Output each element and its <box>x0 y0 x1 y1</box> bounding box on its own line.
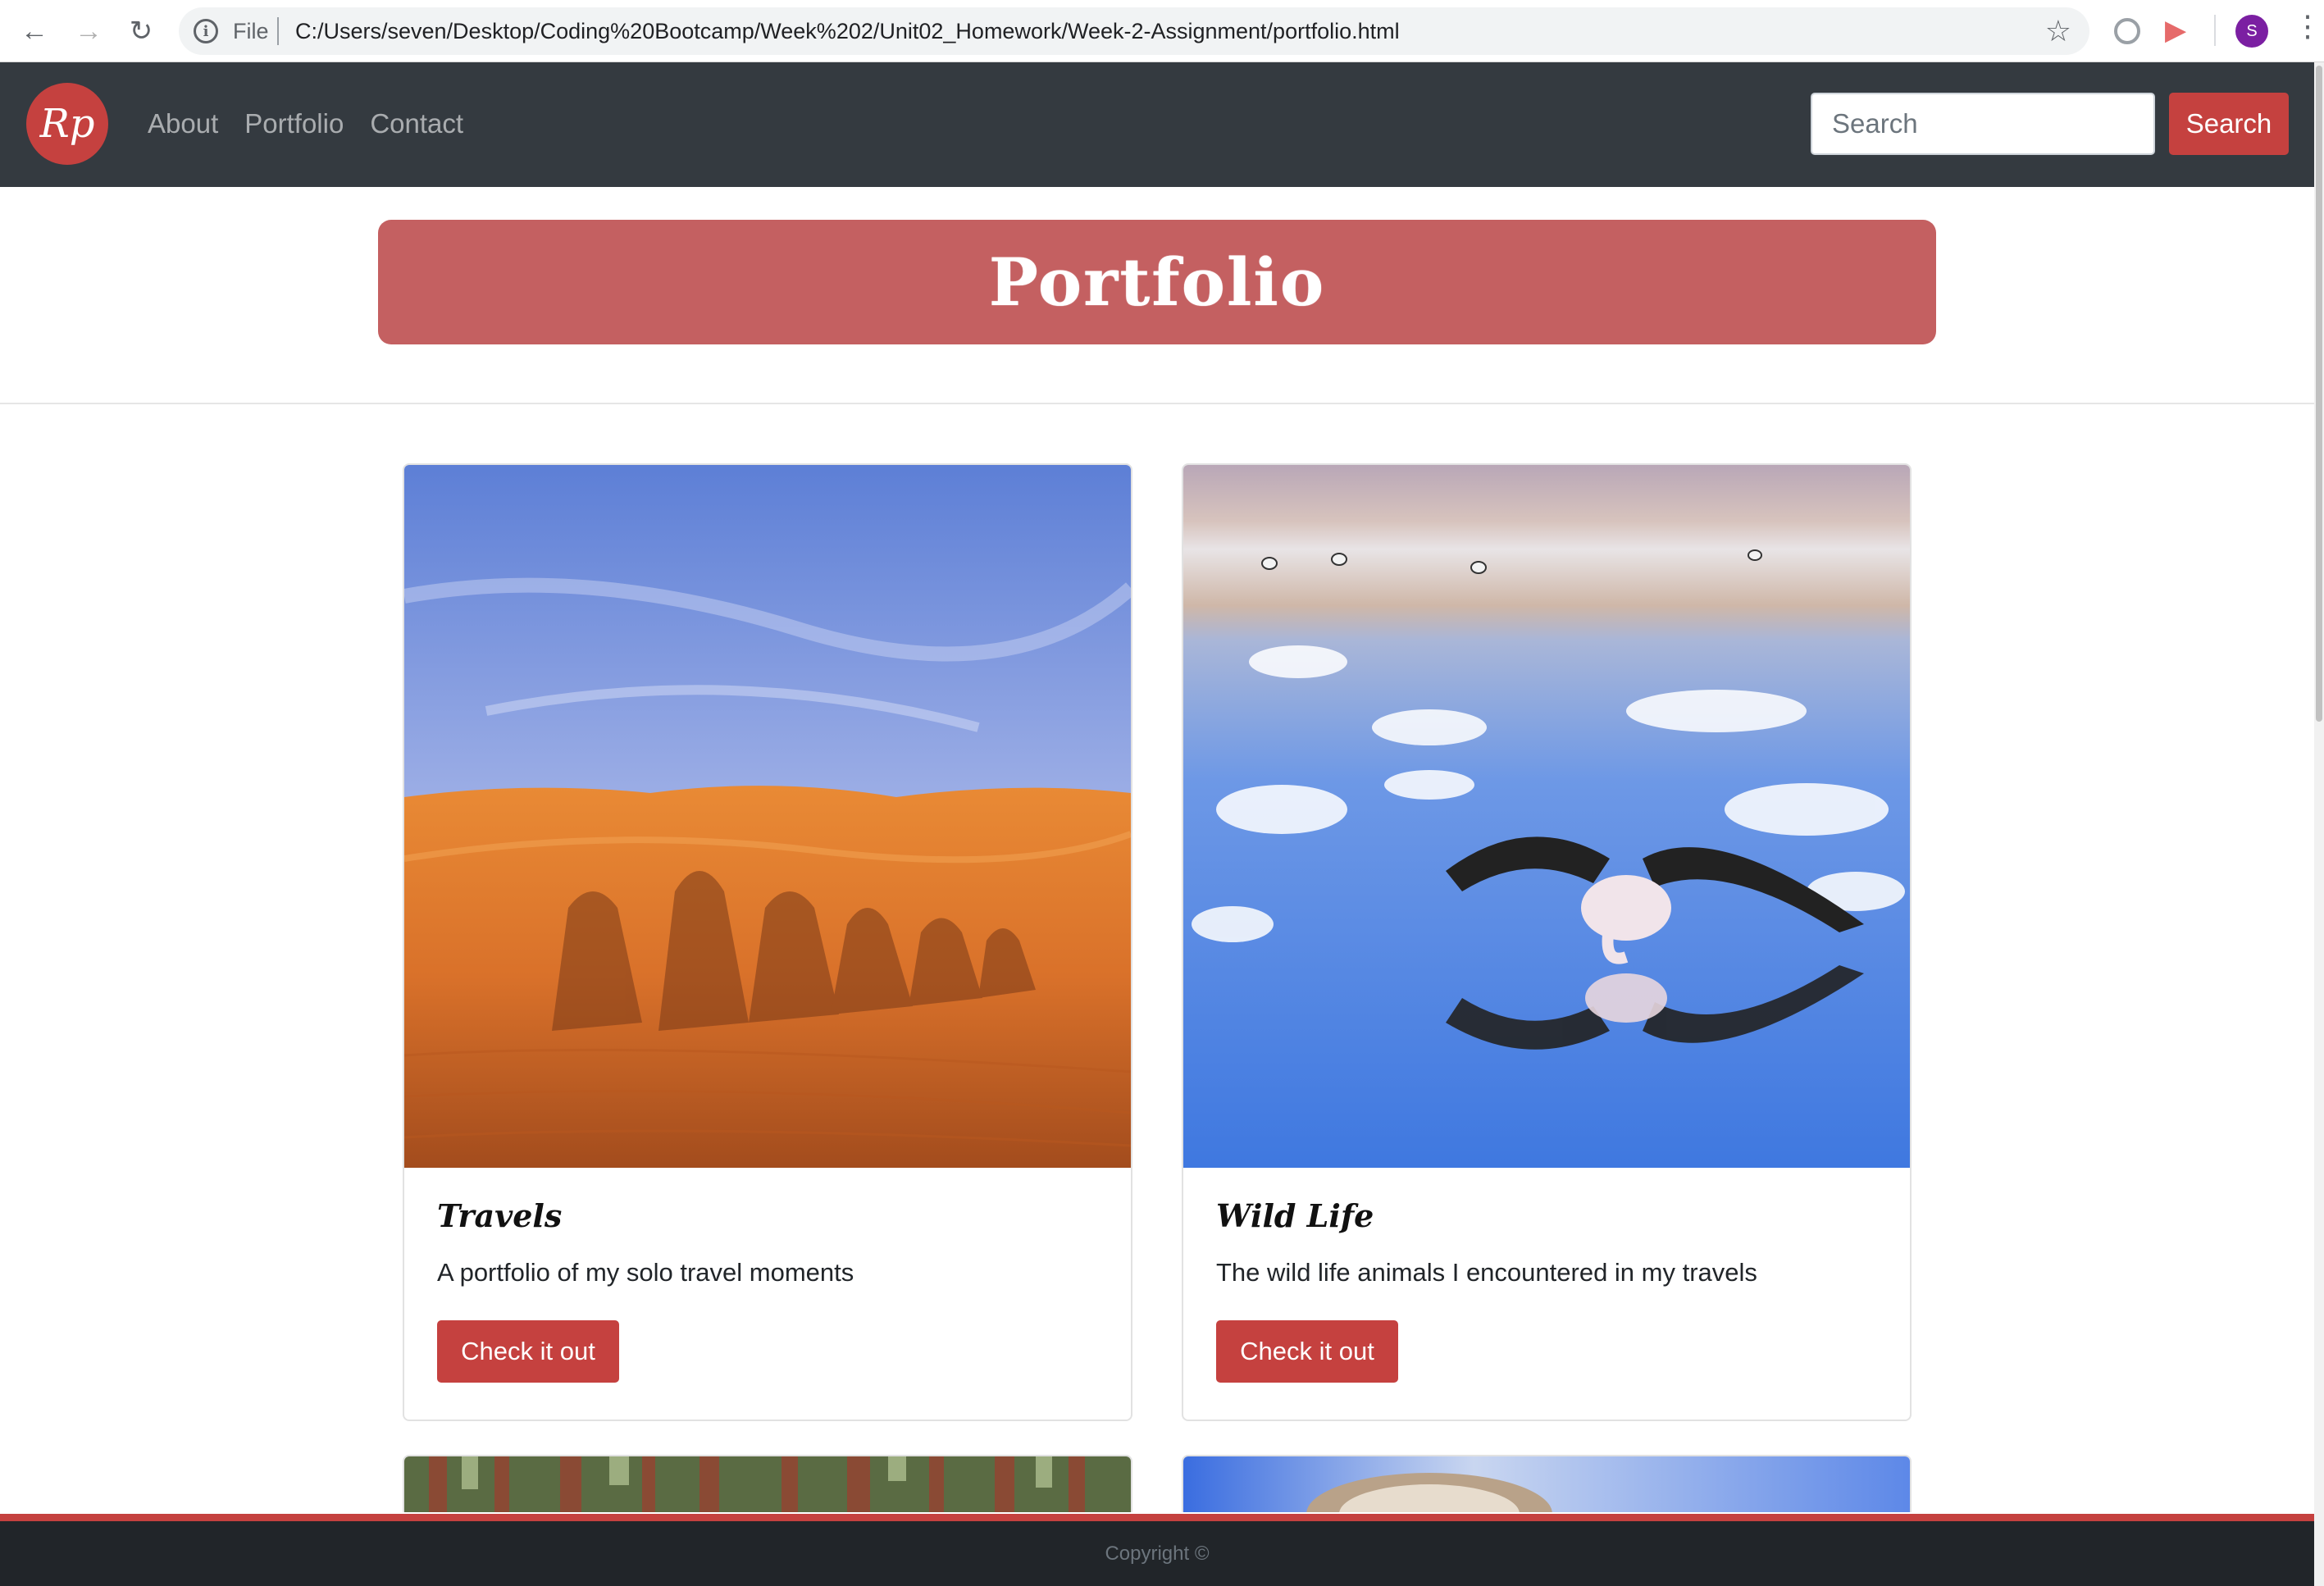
card-animal-partial <box>1182 1455 1912 1512</box>
card-wild-life: Wild Life The wild life animals I encoun… <box>1182 463 1912 1421</box>
site-footer: Copyright © <box>0 1521 2314 1586</box>
portfolio-banner: Portfolio <box>378 220 1936 344</box>
card-title: Wild Life <box>1216 1197 1374 1234</box>
check-it-out-button[interactable]: Check it out <box>1216 1320 1398 1383</box>
back-arrow-icon[interactable]: ← <box>15 11 54 51</box>
nav-link-about[interactable]: About <box>148 108 218 139</box>
browser-toolbar: ← → ↻ i File C:/Users/seven/Desktop/Codi… <box>0 0 2324 62</box>
forward-arrow-icon[interactable]: → <box>69 11 108 51</box>
scrollbar-thumb[interactable] <box>2316 66 2322 722</box>
file-label: File <box>233 19 269 43</box>
extension-cast-icon[interactable]: ▶ <box>2165 16 2186 44</box>
card-travels: Travels A portfolio of my solo travel mo… <box>403 463 1132 1421</box>
page-title: Portfolio <box>988 244 1326 321</box>
profile-avatar[interactable]: S <box>2235 15 2268 48</box>
hedgehog-image <box>1183 1456 1910 1512</box>
check-it-out-button[interactable]: Check it out <box>437 1320 619 1383</box>
address-divider <box>277 17 279 45</box>
search-input[interactable] <box>1811 93 2155 155</box>
address-bar[interactable]: i File C:/Users/seven/Desktop/Coding%20B… <box>179 7 2089 55</box>
search-button[interactable]: Search <box>2169 93 2289 155</box>
reload-icon[interactable]: ↻ <box>121 11 161 51</box>
url-text[interactable]: C:/Users/seven/Desktop/Coding%20Bootcamp… <box>295 19 1400 44</box>
bookmark-star-icon[interactable]: ☆ <box>2045 14 2071 48</box>
browser-menu-icon[interactable]: ⋮ <box>2293 11 2322 41</box>
nav-link-portfolio[interactable]: Portfolio <box>244 108 344 139</box>
footer-accent-line <box>0 1514 2314 1521</box>
section-divider <box>0 403 2314 404</box>
nav-link-contact[interactable]: Contact <box>370 108 463 139</box>
card-text: The wild life animals I encountered in m… <box>1216 1258 1757 1287</box>
card-text: A portfolio of my solo travel moments <box>437 1258 854 1287</box>
nav-links: About Portfolio Contact <box>148 108 463 139</box>
brand-logo[interactable]: Rp <box>26 83 108 165</box>
flamingo-lake-image <box>1183 465 1910 1168</box>
desert-camel-shadows-image <box>404 465 1131 1168</box>
copyright-text: Copyright © <box>1105 1542 1210 1565</box>
info-icon[interactable]: i <box>194 19 218 43</box>
site-navbar: Rp About Portfolio Contact Search <box>0 62 2314 187</box>
card-title: Travels <box>437 1197 563 1234</box>
card-forest-partial <box>403 1455 1132 1512</box>
toolbar-divider <box>2214 15 2216 46</box>
extension-icon[interactable] <box>2114 18 2140 44</box>
forest-image <box>404 1456 1131 1512</box>
